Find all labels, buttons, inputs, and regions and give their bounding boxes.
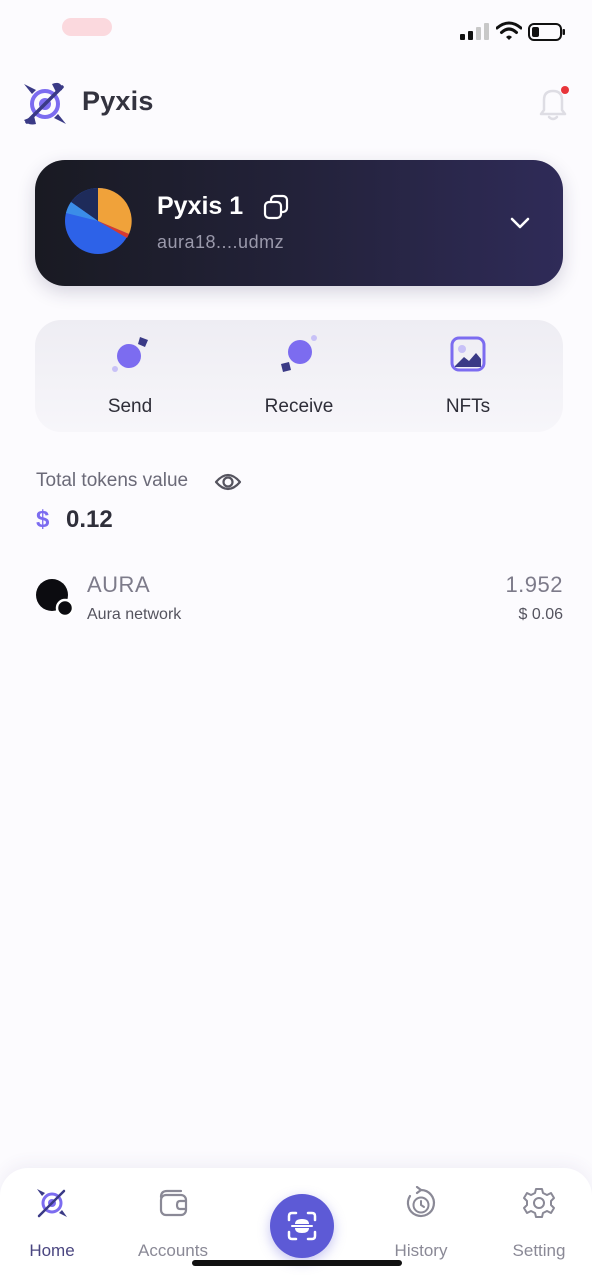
notification-dot [561, 86, 569, 94]
pyxis-logo-icon [24, 82, 66, 125]
chevron-down-icon[interactable] [505, 210, 535, 236]
send-icon [112, 337, 148, 372]
eye-icon[interactable] [214, 470, 242, 494]
nav-setting-label: Setting [512, 1241, 566, 1260]
app-header: Pyxis [0, 76, 592, 132]
token-fiat-value: $ 0.06 [518, 606, 563, 623]
aura-token-icon [36, 579, 75, 618]
status-bar [0, 0, 592, 60]
total-tokens-value: 0.12 [66, 506, 113, 533]
recording-indicator [62, 18, 112, 36]
receive-label: Receive [264, 396, 334, 417]
gear-icon [523, 1188, 555, 1218]
nfts-button[interactable]: NFTs [403, 320, 533, 432]
nav-history-label: History [394, 1241, 448, 1260]
cellular-signal-icon [460, 22, 489, 40]
receive-button[interactable]: Receive [234, 320, 364, 432]
history-icon [406, 1186, 436, 1218]
account-card[interactable]: Pyxis 1 aura18....udmz [35, 160, 563, 286]
wallet-icon [159, 1189, 188, 1217]
bell-icon[interactable] [536, 84, 570, 122]
token-row[interactable]: AURA Aura network 1.952 $ 0.06 [35, 566, 563, 630]
send-button[interactable]: Send [65, 320, 195, 432]
app-title: Pyxis [82, 86, 154, 116]
quick-actions: Send Receive NFTs [35, 320, 563, 432]
battery-icon [528, 23, 565, 41]
currency-symbol: $ [36, 506, 50, 533]
token-network: Aura network [87, 606, 182, 623]
pyxis-home-icon [37, 1189, 67, 1218]
copy-icon[interactable] [263, 194, 289, 220]
wifi-icon [496, 21, 522, 40]
account-name: Pyxis 1 [157, 192, 244, 220]
account-address: aura18....udmz [157, 232, 285, 252]
nav-home-label: Home [29, 1241, 75, 1260]
scan-icon [287, 1211, 317, 1241]
send-label: Send [107, 396, 153, 417]
token-amount: 1.952 [505, 572, 563, 597]
scan-button[interactable] [270, 1194, 334, 1258]
home-screen: Pyxis Pyxis 1 aura18....udmz Send Receiv… [0, 0, 592, 1280]
pie-avatar-icon [65, 187, 132, 254]
nav-setting[interactable]: Setting [484, 1168, 592, 1280]
total-tokens-label: Total tokens value [36, 470, 189, 491]
image-icon [450, 336, 486, 372]
nav-home[interactable]: Home [0, 1168, 107, 1280]
nav-accounts-label: Accounts [138, 1241, 208, 1260]
token-symbol: AURA [87, 572, 151, 597]
home-indicator [192, 1260, 402, 1266]
receive-icon [281, 335, 317, 372]
nfts-label: NFTs [445, 396, 491, 417]
